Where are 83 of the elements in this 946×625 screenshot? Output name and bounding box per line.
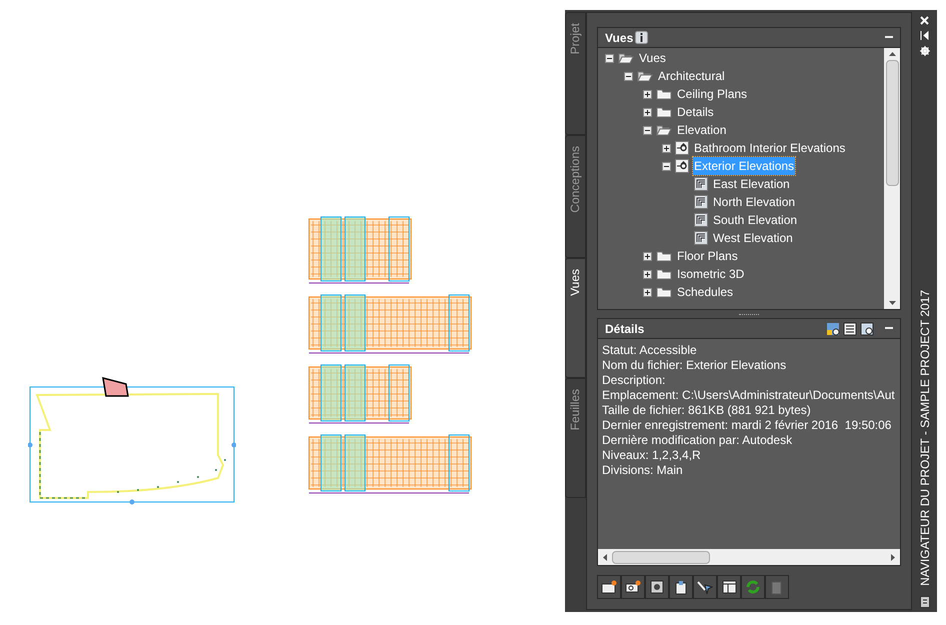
tree-item[interactable]: Architectural [657,67,726,85]
tree-item[interactable]: Floor Plans [676,247,739,265]
detail-line: Emplacement: C:\Users\Administrateur\Documents\Aut [602,388,896,403]
close-icon[interactable] [920,16,929,25]
refresh-icon [745,579,761,595]
clipboard-icon [675,580,687,594]
detail-line: Dernière modification par: Autodesk [602,433,794,448]
image-icon[interactable] [860,322,874,336]
detail-line: Nom du fichier: Exterior Elevations [602,358,788,373]
open-folder-icon [618,52,634,64]
new-view-button[interactable] [621,575,645,599]
detail-line: Divisions: Main [602,463,684,478]
detail-line: Statut: Accessible [602,343,698,358]
sheet-icon [694,195,708,209]
layout-icon [722,580,736,594]
collapse-toggle[interactable] [662,162,671,170]
sheet-icon [694,231,708,245]
tree-item[interactable]: North Elevation [712,193,796,211]
document-icon [771,580,783,594]
collapse-icon[interactable] [885,36,893,39]
collapse-icon[interactable] [885,327,893,330]
tree-item[interactable]: Schedules [676,283,734,301]
expand-toggle[interactable] [643,90,652,98]
elevation-view-icon [675,141,689,155]
palette-title: NAVIGATEUR DU PROJET - SAMPLE PROJECT 2017 [918,290,932,586]
panel-title: Détails [605,320,644,338]
tree-item[interactable]: Bathroom Interior Elevations [693,139,846,157]
cursor-icon [697,580,713,594]
tree-item[interactable]: Elevation [676,121,728,139]
camera-icon [625,580,641,594]
detail-line: Taille de fichier: 861KB (881 921 bytes) [602,403,812,418]
scroll-right-icon[interactable] [891,554,895,560]
horizontal-scrollbar[interactable] [598,549,900,565]
expand-toggle[interactable] [662,144,671,152]
folder-icon [656,88,672,100]
expand-toggle[interactable] [643,288,652,296]
tree-item[interactable]: Ceiling Plans [676,85,748,103]
open-folder-icon [637,70,653,82]
elevation-view-icon [675,159,689,173]
new-folder-button[interactable] [597,575,621,599]
expand-toggle[interactable] [643,108,652,116]
folder-icon [656,250,672,262]
info-icon[interactable] [635,31,648,44]
vertical-scrollbar[interactable] [884,48,900,309]
scroll-left-icon[interactable] [603,554,607,560]
auto-hide-icon[interactable] [920,31,929,40]
list-icon[interactable] [843,322,857,336]
tree-item[interactable]: Vues [638,49,667,67]
detail-line: Dernier enregistrement: mardi 2 février 2016 19:50:06 [602,418,892,433]
open-folder-icon [656,124,672,136]
panel-title: Vues [605,30,634,46]
side-tab[interactable]: Conceptions [565,135,586,258]
detail-line: Description: [602,373,666,388]
expand-toggle[interactable] [643,252,652,260]
scroll-down-icon[interactable] [888,301,896,305]
collapse-toggle[interactable] [643,126,652,134]
expand-toggle[interactable] [643,270,652,278]
tree-item[interactable]: South Elevation [712,211,798,229]
properties-icon[interactable] [920,596,930,608]
side-tab[interactable]: Projet [565,12,586,135]
folder-icon [601,580,617,594]
tree-item[interactable]: Isometric 3D [676,265,746,283]
folder-icon [656,286,672,298]
folder-icon [656,106,672,118]
select-button[interactable] [693,575,717,599]
clipboard-button[interactable] [669,575,693,599]
side-tab[interactable]: Vues [565,258,586,378]
collapse-toggle[interactable] [624,72,633,80]
sheet-icon [694,213,708,227]
detail-line: Niveaux: 1,2,3,4,R [602,448,702,463]
regenerate-button[interactable] [645,575,669,599]
tree-item[interactable]: West Elevation [712,229,794,247]
folder-icon [656,268,672,280]
layout-button[interactable] [717,575,741,599]
sheet-icon [694,177,708,191]
tree-item[interactable]: Details [676,103,715,121]
side-tab[interactable]: Feuilles [565,378,586,498]
settings-icon[interactable] [920,46,930,56]
preview-icon[interactable] [826,322,840,336]
scroll-up-icon[interactable] [888,52,896,56]
refresh-button[interactable] [741,575,765,599]
tree-item[interactable]: East Elevation [712,175,791,193]
collapse-toggle[interactable] [605,54,614,62]
